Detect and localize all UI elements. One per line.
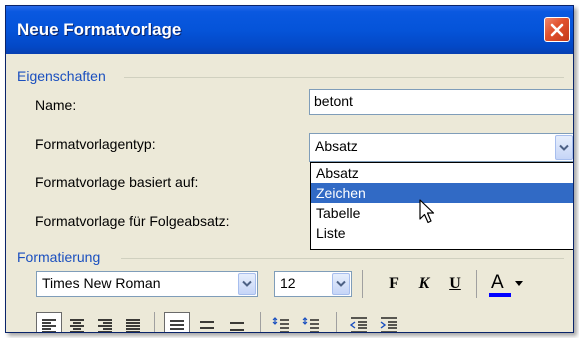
italic-button[interactable]: K [412, 272, 436, 296]
space-after-icon [302, 317, 319, 332]
close-icon [550, 23, 564, 36]
list-item[interactable]: Tabelle [311, 203, 573, 223]
decrease-indent-icon [350, 317, 367, 332]
font-name-value: Times New Roman [42, 275, 161, 291]
based-on-label: Formatvorlage basiert auf: [35, 174, 199, 190]
font-size-value: 12 [280, 275, 296, 291]
justify-button[interactable] [120, 312, 146, 332]
dialog-title: Neue Formatvorlage [17, 20, 182, 39]
name-label-text: Name: [35, 97, 77, 113]
toolbar-separator [336, 312, 337, 332]
align-center-button[interactable] [64, 312, 90, 332]
font-size-combo[interactable]: 12 [274, 271, 352, 297]
toolbar-separator [154, 312, 155, 332]
line-spacing-onehalf-button[interactable] [194, 312, 220, 332]
space-after-button[interactable] [298, 312, 324, 332]
style-type-label: Formatvorlagentyp: [35, 136, 156, 152]
chevron-down-icon [336, 280, 346, 287]
close-button[interactable] [544, 17, 570, 42]
chevron-down-icon [515, 281, 523, 286]
align-left-button[interactable] [36, 312, 62, 332]
increase-indent-icon [380, 317, 397, 332]
list-item[interactable]: Liste [311, 223, 573, 243]
following-style-label: Formatvorlage für Folgeabsatz: [35, 213, 230, 229]
align-right-icon [98, 319, 112, 332]
align-left-icon [42, 319, 56, 332]
properties-group-label: Eigenschaften [17, 68, 106, 84]
italic-button-label: K [418, 275, 430, 292]
name-label: Name: [35, 97, 76, 113]
justify-icon [126, 319, 140, 332]
mouse-cursor-icon [419, 199, 435, 224]
font-color-icon: A [489, 271, 511, 297]
font-name-dropdown-button[interactable] [238, 273, 256, 295]
new-style-dialog: Neue Formatvorlage Eigenschaften Name: b… [5, 5, 574, 333]
line-spacing-single-icon [170, 320, 184, 330]
align-center-icon [70, 319, 84, 332]
underline-button[interactable]: U [443, 272, 467, 296]
chevron-down-icon [559, 144, 569, 151]
font-color-button[interactable]: A [486, 270, 526, 298]
underline-button-label: U [449, 275, 461, 292]
font-size-dropdown-button[interactable] [332, 273, 350, 295]
style-type-dropdown-button[interactable] [555, 135, 573, 160]
toolbar-separator [476, 270, 477, 298]
list-item[interactable]: Absatz [311, 163, 573, 183]
bold-button[interactable]: F [382, 272, 406, 296]
formatting-group-label: Formatierung [17, 249, 101, 265]
style-type-combo[interactable]: Absatz [309, 133, 573, 162]
bold-button-label: F [389, 275, 399, 292]
decrease-indent-button[interactable] [346, 312, 372, 332]
chevron-down-icon [242, 280, 252, 287]
name-field[interactable]: betont [309, 89, 573, 115]
line-spacing-single-button[interactable] [164, 312, 190, 332]
list-item[interactable]: Zeichen [311, 183, 573, 203]
title-bar[interactable]: Neue Formatvorlage [6, 6, 573, 54]
style-type-dropdown-list: Absatz Zeichen Tabelle Liste [310, 162, 573, 250]
line-spacing-double-button[interactable] [224, 312, 250, 332]
space-before-button[interactable] [268, 312, 294, 332]
font-color-label: A [491, 272, 504, 293]
toolbar-separator [260, 312, 261, 332]
line-spacing-onehalf-icon [200, 321, 214, 329]
font-name-combo[interactable]: Times New Roman [36, 271, 258, 297]
properties-group-divider [124, 77, 564, 78]
line-spacing-double-icon [230, 322, 244, 331]
toolbar-separator [362, 270, 363, 298]
font-color-swatch [489, 293, 511, 297]
style-type-value: Absatz [315, 138, 358, 154]
space-before-icon [272, 317, 289, 332]
align-right-button[interactable] [92, 312, 118, 332]
formatting-group-divider [121, 258, 564, 259]
increase-indent-button[interactable] [376, 312, 402, 332]
